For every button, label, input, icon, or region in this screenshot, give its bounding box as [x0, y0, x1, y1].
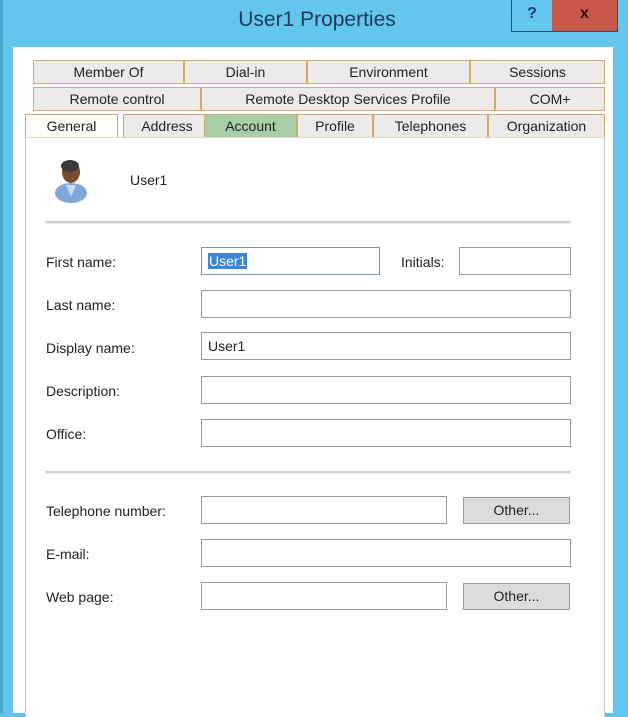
- separator-bottom: [45, 471, 571, 474]
- separator-top: [45, 221, 571, 224]
- tab-remote-control[interactable]: Remote control: [33, 87, 201, 111]
- display-name-label: Display name:: [46, 340, 135, 356]
- office-input[interactable]: [201, 419, 571, 447]
- telephone-number-input[interactable]: [201, 496, 447, 524]
- web-page-label: Web page:: [46, 589, 114, 605]
- user-avatar-icon: [55, 160, 87, 203]
- description-label: Description:: [46, 383, 120, 399]
- tab-profile[interactable]: Profile: [297, 114, 373, 138]
- email-input[interactable]: [201, 539, 571, 567]
- last-name-label: Last name:: [46, 297, 116, 313]
- tab-remote-desktop-services-profile[interactable]: Remote Desktop Services Profile: [201, 87, 495, 111]
- first-name-label: First name:: [46, 254, 117, 270]
- close-icon: x: [580, 5, 589, 22]
- web-page-other-button[interactable]: Other...: [463, 583, 570, 610]
- first-name-input[interactable]: User1: [201, 247, 380, 275]
- tab-row-2: Remote control Remote Desktop Services P…: [23, 87, 605, 113]
- initials-label: Initials:: [401, 254, 445, 270]
- tab-com-plus[interactable]: COM+: [495, 87, 605, 111]
- properties-window: User1 Properties ? x Member Of Dial-in E…: [0, 0, 628, 717]
- tab-member-of[interactable]: Member Of: [33, 60, 184, 84]
- tab-account[interactable]: Account: [204, 114, 297, 138]
- tab-environment[interactable]: Environment: [307, 60, 470, 84]
- close-button[interactable]: x: [552, 0, 618, 32]
- web-page-input[interactable]: [201, 582, 447, 610]
- tab-organization[interactable]: Organization: [488, 114, 605, 138]
- display-name-input[interactable]: User1: [201, 332, 571, 360]
- telephone-number-label: Telephone number:: [46, 503, 166, 519]
- first-name-selected-text: User1: [208, 253, 248, 269]
- last-name-input[interactable]: [201, 290, 571, 318]
- tab-address[interactable]: Address: [123, 114, 211, 138]
- description-input[interactable]: [201, 376, 571, 404]
- office-label: Office:: [46, 426, 87, 442]
- telephone-other-button[interactable]: Other...: [463, 497, 570, 524]
- user-object-name: User1: [130, 172, 168, 188]
- tab-telephones[interactable]: Telephones: [373, 114, 488, 138]
- email-label: E-mail:: [46, 546, 90, 562]
- help-icon: ?: [527, 5, 537, 22]
- tab-sessions[interactable]: Sessions: [470, 60, 605, 84]
- help-button[interactable]: ?: [511, 0, 552, 32]
- tab-row-1: Member Of Dial-in Environment Sessions: [23, 60, 605, 86]
- initials-input[interactable]: [459, 247, 571, 275]
- tab-dial-in[interactable]: Dial-in: [184, 60, 307, 84]
